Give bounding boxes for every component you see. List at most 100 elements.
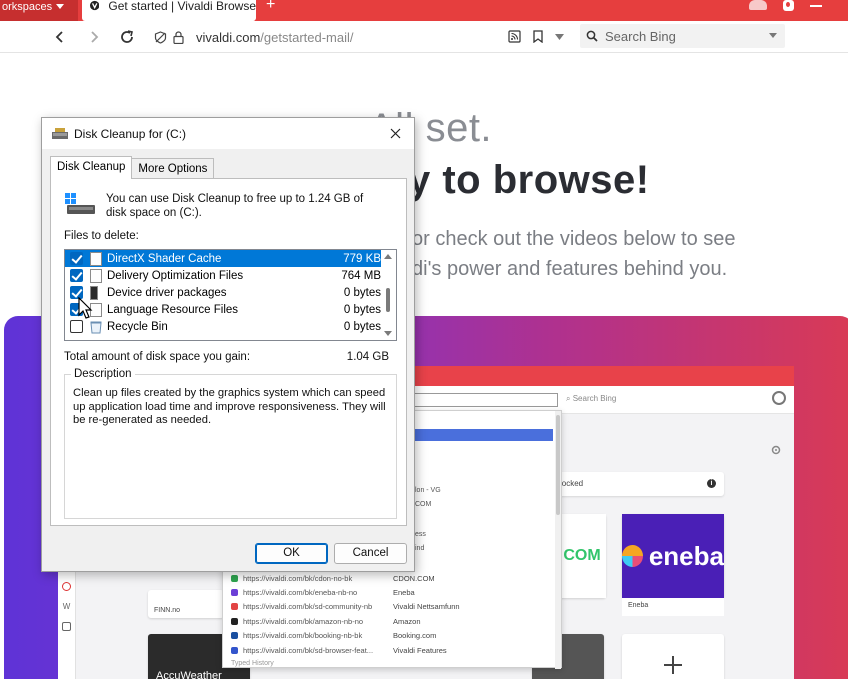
tab-disk-cleanup[interactable]: Disk Cleanup [50, 156, 133, 179]
drive-icon [65, 193, 95, 214]
file-size: 764 MB [341, 269, 381, 282]
file-icon [90, 268, 102, 283]
add-panel-icon [62, 622, 71, 631]
description-text: Clean up files created by the graphics s… [73, 387, 386, 426]
scroll-up-icon[interactable] [384, 254, 392, 259]
video-blocked-notice: locked i [556, 472, 724, 496]
bookmark-icon[interactable] [533, 30, 543, 43]
close-button[interactable] [382, 122, 408, 144]
hero-heading-line2: y to browse! [408, 158, 650, 202]
checkbox[interactable] [70, 269, 83, 282]
minimize-icon[interactable] [810, 5, 822, 7]
disk-cleanup-dialog: Disk Cleanup for (C:) Disk Cleanup More … [41, 117, 415, 572]
files-to-delete-list[interactable]: DirectX Shader Cache 779 KB Delivery Opt… [64, 249, 397, 341]
site-favicon-icon [231, 602, 238, 610]
recycle-bin-icon [90, 321, 102, 333]
info-icon: i [707, 479, 716, 488]
eneba-caption: Eneba [622, 598, 724, 616]
back-button[interactable] [50, 27, 70, 47]
tab-bar: orkspaces Get started | Vivaldi Browse + [0, 0, 848, 21]
reload-button[interactable] [117, 27, 137, 47]
close-icon [390, 128, 400, 138]
vivaldi-menu-icon[interactable] [783, 0, 794, 11]
file-row-device-driver-packages[interactable]: Device driver packages 0 bytes [65, 284, 381, 301]
accuweather-caption: AccuWeather [156, 670, 222, 679]
tracker-blocker-icon[interactable] [154, 30, 167, 44]
video-card-finn: FINN.no [148, 590, 224, 618]
dialog-tabs: Disk Cleanup More Options [50, 156, 215, 179]
file-row-directx-shader-cache[interactable]: DirectX Shader Cache 779 KB [65, 250, 381, 267]
search-engine-chevron-icon[interactable] [769, 33, 777, 38]
file-name: DirectX Shader Cache [107, 252, 222, 265]
forward-button[interactable] [84, 27, 104, 47]
screen: orkspaces Get started | Vivaldi Browse +… [0, 0, 848, 679]
video-autocomplete-row: https://vivaldi.com/bk/sd-community-nb V… [231, 599, 551, 613]
scroll-down-icon[interactable] [384, 331, 392, 336]
eneba-logo-icon [622, 545, 643, 567]
file-name: Language Resource Files [107, 303, 239, 316]
window-controls [749, 0, 848, 21]
file-name: Recycle Bin [107, 320, 168, 333]
video-autocomplete-row: https://vivaldi.com/bk/eneba-nb-no Eneba [231, 585, 551, 599]
cancel-button[interactable]: Cancel [334, 543, 407, 564]
tab-get-started[interactable]: Get started | Vivaldi Browse [82, 0, 256, 21]
total-space-row: Total amount of disk space you gain: 1.0… [64, 351, 397, 363]
intro-text: You can use Disk Cleanup to free up to 1… [106, 193, 364, 219]
video-blocked-text: locked [560, 479, 584, 488]
checkbox[interactable] [70, 252, 83, 265]
lock-icon[interactable] [173, 30, 184, 44]
total-space-value: 1.04 GB [346, 351, 389, 363]
file-size: 0 bytes [343, 320, 381, 333]
video-side-label: lon - VG [415, 487, 441, 494]
file-icon [90, 251, 102, 266]
gear-icon [771, 445, 781, 455]
row-url: https://vivaldi.com/bk/cdon-no-bk [243, 573, 353, 583]
url-actions [508, 30, 564, 43]
ok-button[interactable]: OK [255, 543, 328, 564]
vivaldi-favicon-icon [90, 0, 100, 11]
disk-cleanup-panel: You can use Disk Cleanup to free up to 1… [50, 178, 407, 526]
row-url: https://vivaldi.com/bk/sd-community-nb [243, 601, 373, 611]
video-search-field: ⌕ Search Bing [566, 394, 617, 403]
file-row-delivery-optimization[interactable]: Delivery Optimization Files 764 MB [65, 267, 381, 284]
row-title: Amazon [393, 616, 421, 626]
disk-cleanup-icon [52, 127, 68, 139]
video-autocomplete-row: https://vivaldi.com/bk/amazon-nb-no Amaz… [231, 614, 551, 628]
reload-icon [121, 30, 133, 43]
row-url: https://vivaldi.com/bk/amazon-nb-no [243, 616, 364, 626]
new-tab-button[interactable]: + [266, 0, 275, 13]
row-url: https://vivaldi.com/bk/eneba-nb-no [243, 587, 358, 597]
chevron-down-icon[interactable] [555, 33, 564, 40]
file-row-language-resource-files[interactable]: Language Resource Files 0 bytes [65, 301, 381, 318]
video-card-cdon: COM [556, 514, 606, 598]
eneba-wordmark: eneba [648, 540, 724, 571]
file-list-scrollbar[interactable] [381, 250, 396, 340]
tab-more-options[interactable]: More Options [132, 158, 215, 178]
wikipedia-icon: W [62, 602, 71, 611]
workspaces-button[interactable]: orkspaces [0, 0, 78, 21]
row-title: Vivaldi Nettsamfunn [393, 601, 460, 611]
description-group: Description Clean up files created by th… [64, 368, 397, 519]
video-search-text: Search Bing [572, 394, 617, 403]
total-space-label: Total amount of disk space you gain: [64, 351, 251, 363]
video-autocomplete-highlight [415, 429, 553, 441]
hero-paragraph-line1: or check out the videos below to see [412, 228, 736, 250]
file-row-recycle-bin[interactable]: Recycle Bin 0 bytes [65, 318, 381, 335]
sync-cloud-icon[interactable] [749, 0, 767, 10]
description-label: Description [71, 368, 135, 380]
search-field[interactable]: Search Bing [580, 24, 785, 48]
file-size: 0 bytes [343, 303, 381, 316]
checkbox[interactable] [70, 320, 83, 333]
scrollbar-thumb[interactable] [386, 288, 390, 312]
rss-feed-icon[interactable] [508, 30, 521, 43]
arrow-left-icon [55, 31, 63, 43]
address-toolbar: vivaldi.com/getstarted-mail/ Search Bing [0, 21, 848, 53]
row-title: CDON.COM [393, 573, 435, 583]
dialog-titlebar[interactable]: Disk Cleanup for (C:) [42, 118, 414, 149]
site-favicon-icon [231, 617, 238, 625]
site-favicon-icon [231, 631, 238, 639]
finn-caption: FINN.no [154, 607, 181, 614]
cdon-thumbnail: COM [556, 514, 606, 598]
typed-history-label: Typed History [231, 660, 274, 667]
site-favicon-icon [231, 646, 238, 654]
